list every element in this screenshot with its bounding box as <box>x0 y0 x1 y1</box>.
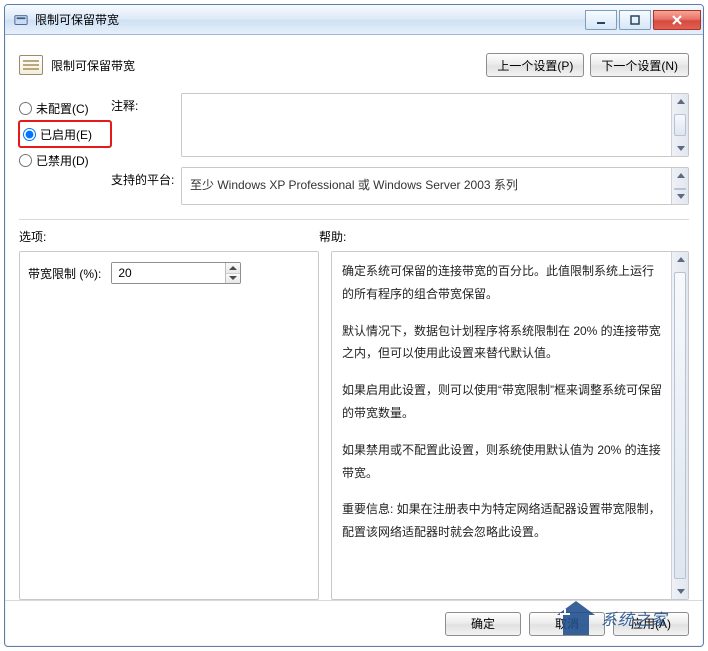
bandwidth-spinner[interactable] <box>111 262 241 284</box>
header-row: 限制可保留带宽 上一个设置(P) 下一个设置(N) <box>5 35 703 89</box>
client-area: 限制可保留带宽 上一个设置(P) 下一个设置(N) 未配置(C) 已启用(E) <box>5 35 703 646</box>
radio-enabled[interactable]: 已启用(E) <box>19 121 111 147</box>
next-setting-button[interactable]: 下一个设置(N) <box>590 53 689 77</box>
scrollbar-thumb[interactable] <box>674 272 686 579</box>
radio-disabled[interactable]: 已禁用(D) <box>19 147 111 173</box>
close-button[interactable] <box>653 10 701 30</box>
options-heading: 选项: <box>19 228 319 245</box>
options-pane: 带宽限制 (%): <box>19 251 319 600</box>
bandwidth-label: 带宽限制 (%): <box>28 265 101 282</box>
meta-column: 注释: 支持的平台: 至少 Windows XP Professional 或 … <box>111 93 689 205</box>
maximize-button[interactable] <box>619 10 651 30</box>
titlebar[interactable]: 限制可保留带宽 <box>5 5 703 35</box>
work-row: 带宽限制 (%): 确定系统可保留的连接带宽的百分比。此值限制系统上运行的所有程… <box>5 251 703 600</box>
titlebar-buttons <box>585 10 701 30</box>
comment-label: 注释: <box>111 93 181 114</box>
divider <box>19 219 689 220</box>
policy-page-icon <box>19 55 43 75</box>
config-row: 未配置(C) 已启用(E) 已禁用(D) 注释: 支持的平台: <box>5 89 703 205</box>
dialog-window: 限制可保留带宽 限制可保留带宽 上一个设置(P) 下一个设置(N) <box>4 4 704 647</box>
scrollbar-vertical[interactable] <box>671 252 688 599</box>
page-title: 限制可保留带宽 <box>51 57 135 74</box>
cancel-button[interactable]: 取消 <box>529 612 605 636</box>
dialog-footer: 确定 取消 应用(A) <box>5 600 703 646</box>
scrollbar-vertical[interactable] <box>671 94 688 156</box>
platform-label: 支持的平台: <box>111 167 181 188</box>
help-pane[interactable]: 确定系统可保留的连接带宽的百分比。此值限制系统上运行的所有程序的组合带宽保留。 … <box>331 251 689 600</box>
help-paragraph: 重要信息: 如果在注册表中为特定网络适配器设置带宽限制，配置该网络适配器时就会忽… <box>342 498 662 544</box>
section-headings: 选项: 帮助: <box>5 226 703 251</box>
minimize-button[interactable] <box>585 10 617 30</box>
spinner-buttons <box>225 263 241 283</box>
apply-button[interactable]: 应用(A) <box>613 612 689 636</box>
help-paragraph: 默认情况下，数据包计划程序将系统限制在 20% 的连接带宽之内，但可以使用此设置… <box>342 320 662 366</box>
help-paragraph: 如果启用此设置，则可以使用“带宽限制”框来调整系统可保留的带宽数量。 <box>342 379 662 425</box>
window-title: 限制可保留带宽 <box>35 11 119 28</box>
chevron-down-icon <box>229 276 237 280</box>
radio-not-configured-input[interactable] <box>19 102 32 115</box>
platform-text: 至少 Windows XP Professional 或 Windows Ser… <box>181 167 689 205</box>
bandwidth-input[interactable] <box>112 263 224 283</box>
policy-icon <box>13 12 29 28</box>
scrollbar-thumb[interactable] <box>674 114 686 136</box>
state-radio-group: 未配置(C) 已启用(E) 已禁用(D) <box>19 93 111 205</box>
radio-not-configured[interactable]: 未配置(C) <box>19 95 111 121</box>
comment-textarea[interactable] <box>181 93 689 157</box>
help-heading: 帮助: <box>319 228 689 245</box>
radio-disabled-input[interactable] <box>19 154 32 167</box>
radio-enabled-input[interactable] <box>23 128 36 141</box>
help-paragraph: 确定系统可保留的连接带宽的百分比。此值限制系统上运行的所有程序的组合带宽保留。 <box>342 260 662 306</box>
ok-button[interactable]: 确定 <box>445 612 521 636</box>
prev-setting-button[interactable]: 上一个设置(P) <box>486 53 584 77</box>
spinner-down-button[interactable] <box>226 273 241 284</box>
bandwidth-option-row: 带宽限制 (%): <box>28 262 310 284</box>
chevron-up-icon <box>229 266 237 270</box>
help-paragraph: 如果禁用或不配置此设置，则系统使用默认值为 20% 的连接带宽。 <box>342 439 662 485</box>
scrollbar-thumb[interactable] <box>674 188 686 190</box>
scrollbar-vertical[interactable] <box>671 168 688 204</box>
spinner-up-button[interactable] <box>226 263 241 273</box>
